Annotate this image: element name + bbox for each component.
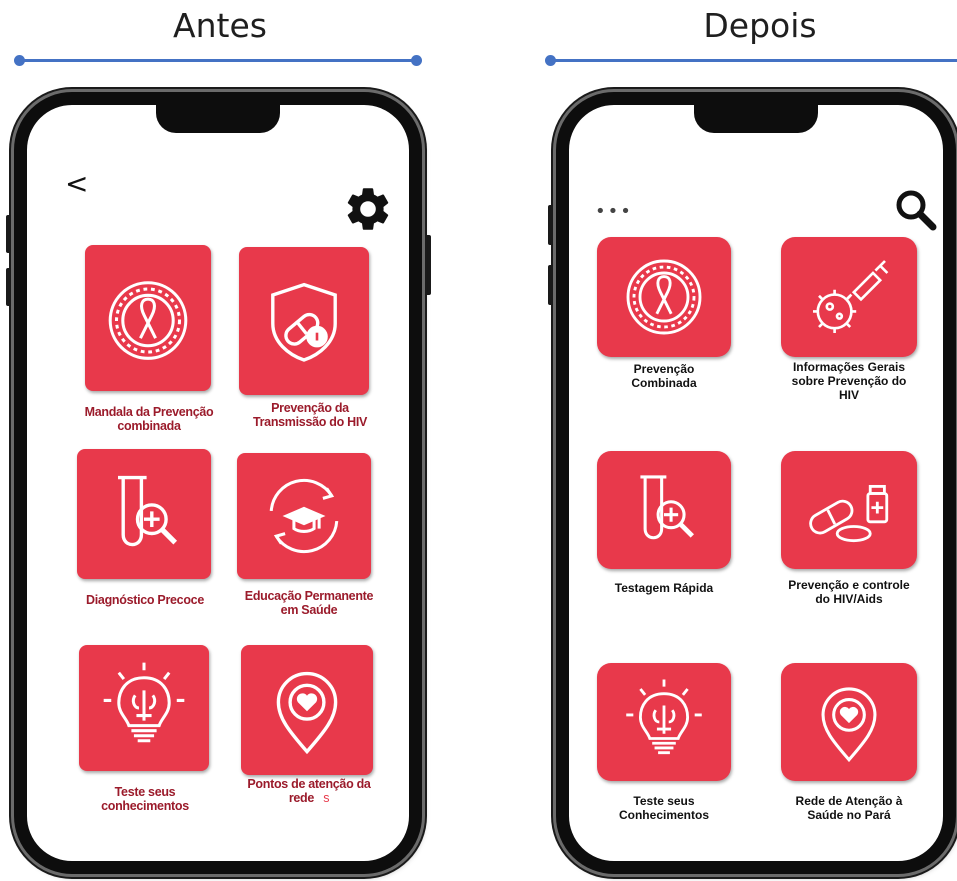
phone-side-button <box>6 268 12 306</box>
tile-label: Rede de Atenção à Saúde no Pará <box>795 794 903 822</box>
phone-after: ••• Prevenção Combinada Informações Gera… <box>556 92 956 874</box>
tile-educacao-permanente[interactable] <box>237 453 371 579</box>
tile-informacoes-gerais[interactable] <box>781 237 917 357</box>
heart-location-pin-icon <box>276 671 338 755</box>
tile-teste-conhecimentos[interactable] <box>79 645 209 771</box>
pills-bottle-icon <box>809 484 889 543</box>
tile-label: Educação Permanente em Saúde <box>244 589 374 618</box>
tile-teste-conhecimentos[interactable] <box>597 663 731 781</box>
phone-notch <box>156 103 280 133</box>
divider-line-left <box>18 59 418 62</box>
phone-notch <box>694 103 818 133</box>
tile-label: Testagem Rápida <box>614 581 714 595</box>
heading-depois: Depois <box>703 6 817 45</box>
tile-label: Prevenção da Transmissão do HIV <box>252 401 368 430</box>
ribbon-mandala-icon <box>108 281 188 360</box>
phone-side-button <box>425 235 431 295</box>
virus-syringe-icon <box>813 260 889 333</box>
search-icon[interactable] <box>891 185 941 235</box>
test-tube-magnifier-icon <box>118 475 178 547</box>
tile-label-extra: s <box>323 791 330 806</box>
divider-line-right <box>551 59 957 62</box>
test-tube-magnifier-icon <box>640 475 694 540</box>
phone-before: < Mandala da Prevenção combinada Prevenç… <box>14 92 422 874</box>
tile-label: Teste seus Conhecimentos <box>618 794 709 822</box>
tile-testagem-rapida[interactable] <box>597 451 731 569</box>
tile-label: Prevenção Combinada <box>631 362 697 390</box>
tile-label: Teste seus conhecimentos <box>101 785 189 814</box>
phone-side-button <box>548 205 554 245</box>
tile-prevencao-transmissao[interactable] <box>239 247 369 395</box>
tile-label: Informações Gerais sobre Prevenção do HI… <box>791 360 907 402</box>
phone-side-button <box>548 265 554 305</box>
tile-label: Diagnóstico Precoce <box>86 593 204 607</box>
phone-side-button <box>6 215 12 253</box>
tile-rede-atencao[interactable] <box>781 663 917 781</box>
divider-dot-left-start <box>14 55 25 66</box>
tile-prevencao-controle[interactable] <box>781 451 917 569</box>
ribbon-mandala-icon <box>626 259 702 335</box>
tile-label: Prevenção e controle do HIV/Aids <box>788 578 910 606</box>
tile-label-text: Pontos de atenção da rede <box>247 777 371 806</box>
tile-pontos-atencao[interactable] <box>241 645 373 775</box>
more-menu-button[interactable]: ••• <box>595 201 633 222</box>
heart-location-pin-icon <box>821 687 877 763</box>
heading-antes: Antes <box>173 6 267 45</box>
tile-diagnostico-precoce[interactable] <box>77 449 211 579</box>
shield-pill-icon <box>271 282 337 362</box>
tile-label: Pontos de atenção da rede s <box>239 777 379 806</box>
divider-dot-right-start <box>545 55 556 66</box>
tile-mandala-prevencao[interactable] <box>85 245 211 391</box>
graduation-cap-cycle-icon <box>269 478 339 554</box>
gear-icon[interactable] <box>342 183 394 235</box>
lightbulb-brain-icon <box>626 679 702 755</box>
back-button[interactable]: < <box>65 167 88 200</box>
tile-prevencao-combinada[interactable] <box>597 237 731 357</box>
divider-dot-left-end <box>411 55 422 66</box>
lightbulb-brain-icon <box>103 662 185 743</box>
tile-label: Mandala da Prevenção combinada <box>84 405 214 434</box>
